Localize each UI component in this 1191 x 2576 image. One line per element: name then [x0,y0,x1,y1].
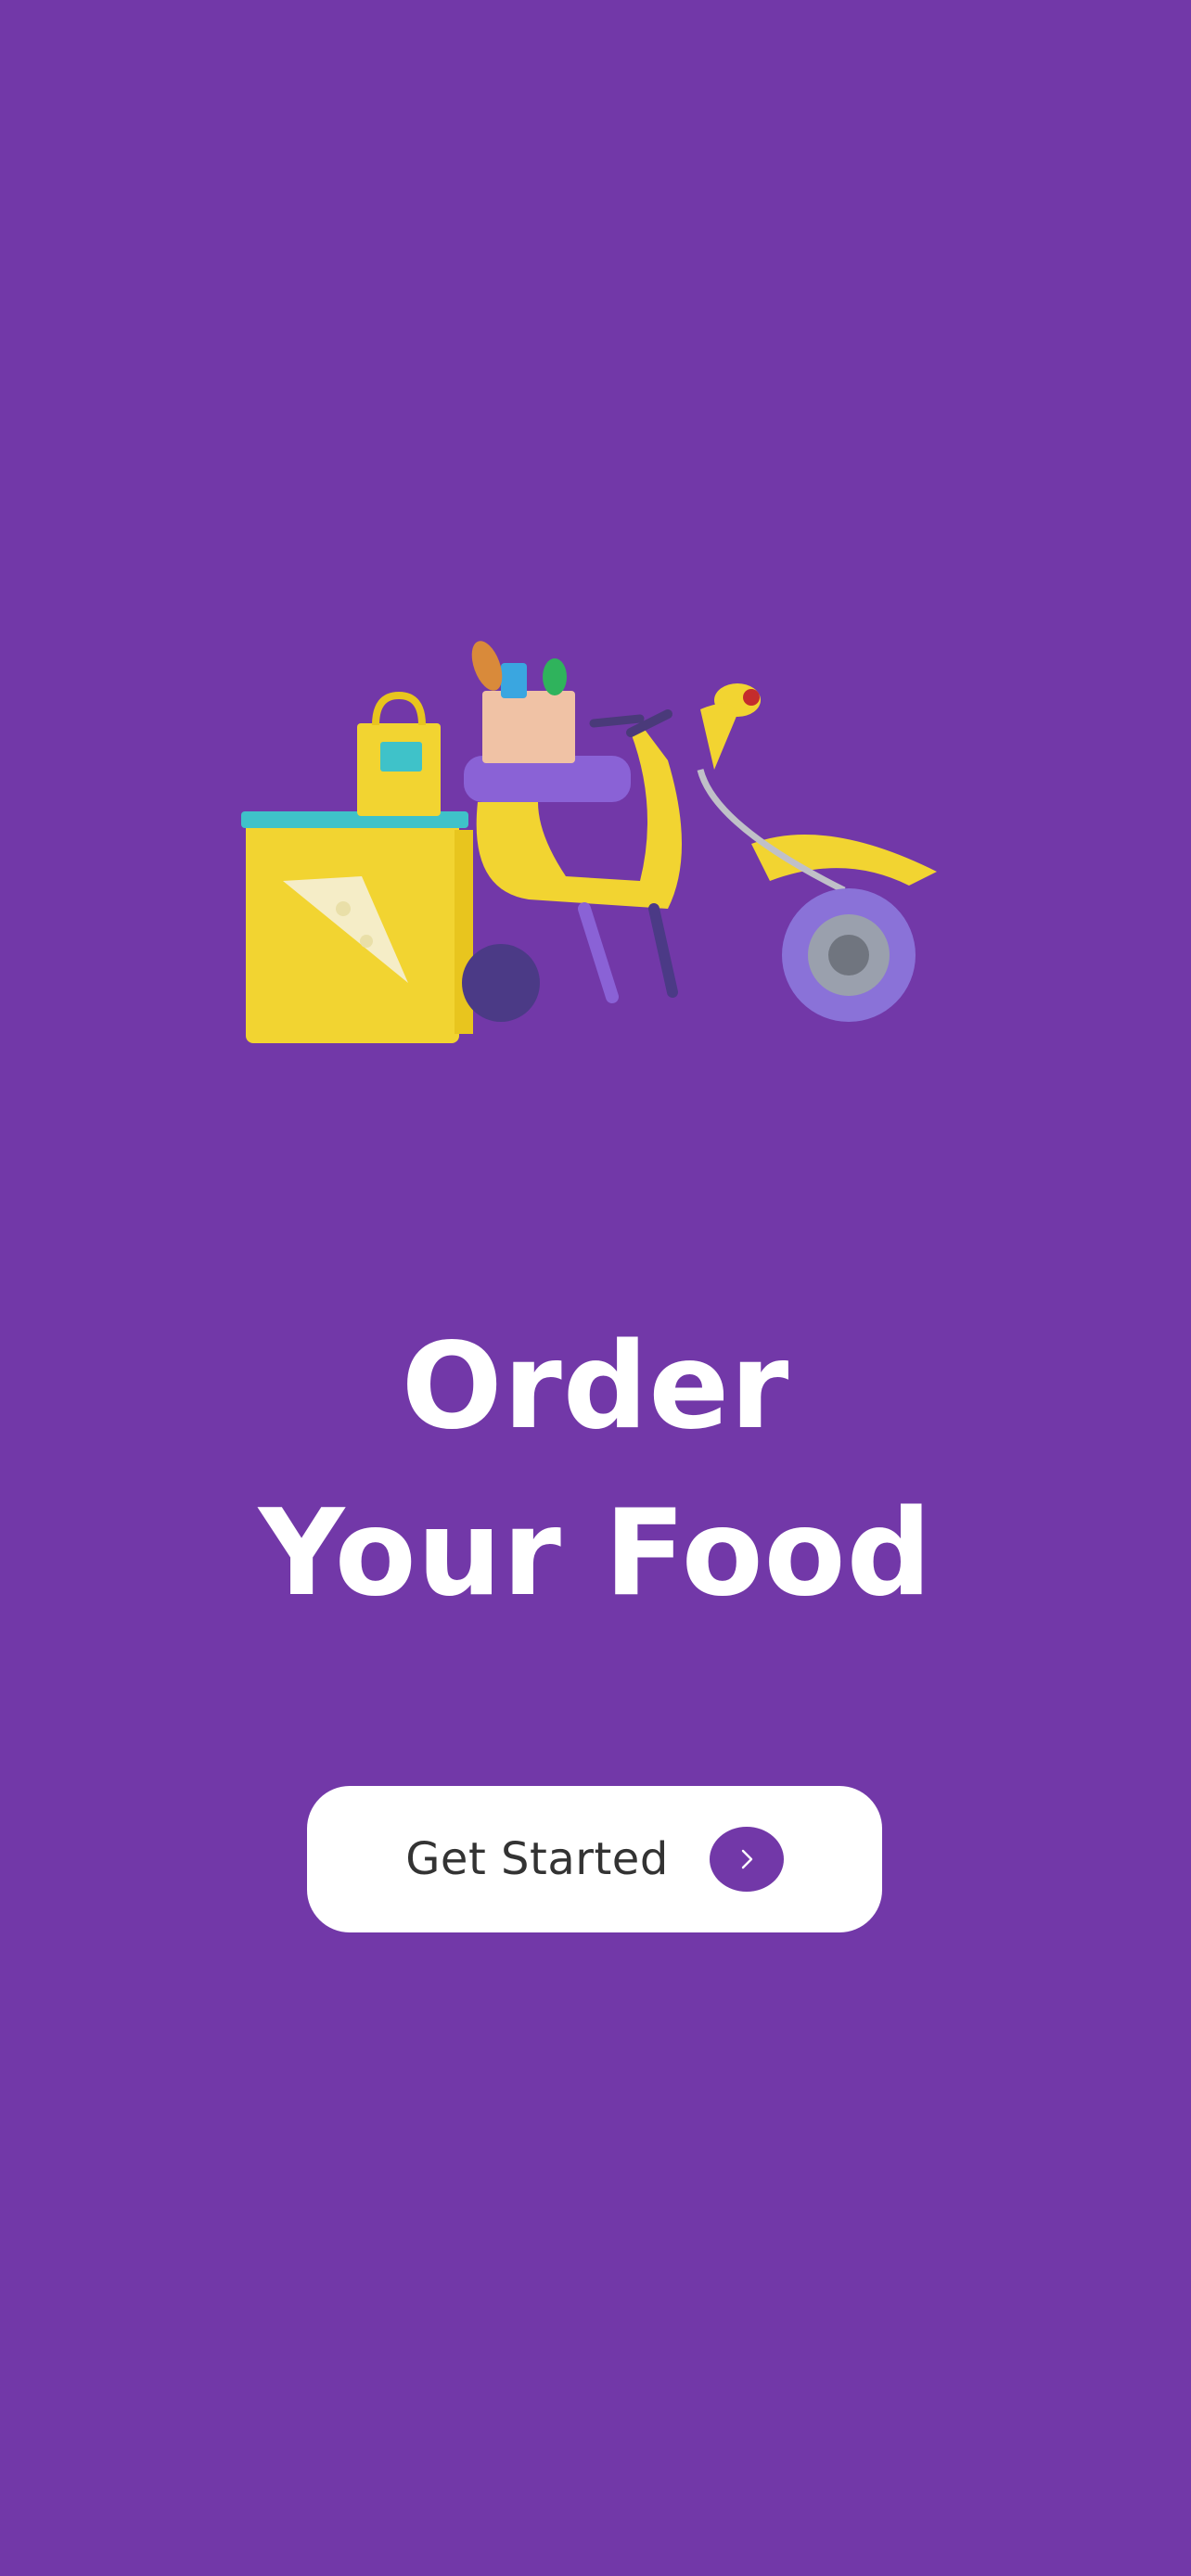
title-line-1: Order [401,1317,790,1456]
chevron-right-icon [709,1827,784,1892]
get-started-button[interactable]: Get Started [307,1786,882,1932]
title-line-2: Your Food [258,1484,933,1623]
page-title: Order Your Food [0,1304,1191,1638]
get-started-label: Get Started [405,1833,669,1885]
onboarding-screen: Order Your Food Get Started [0,0,1191,2576]
delivery-scooter-illustration [232,621,955,1066]
